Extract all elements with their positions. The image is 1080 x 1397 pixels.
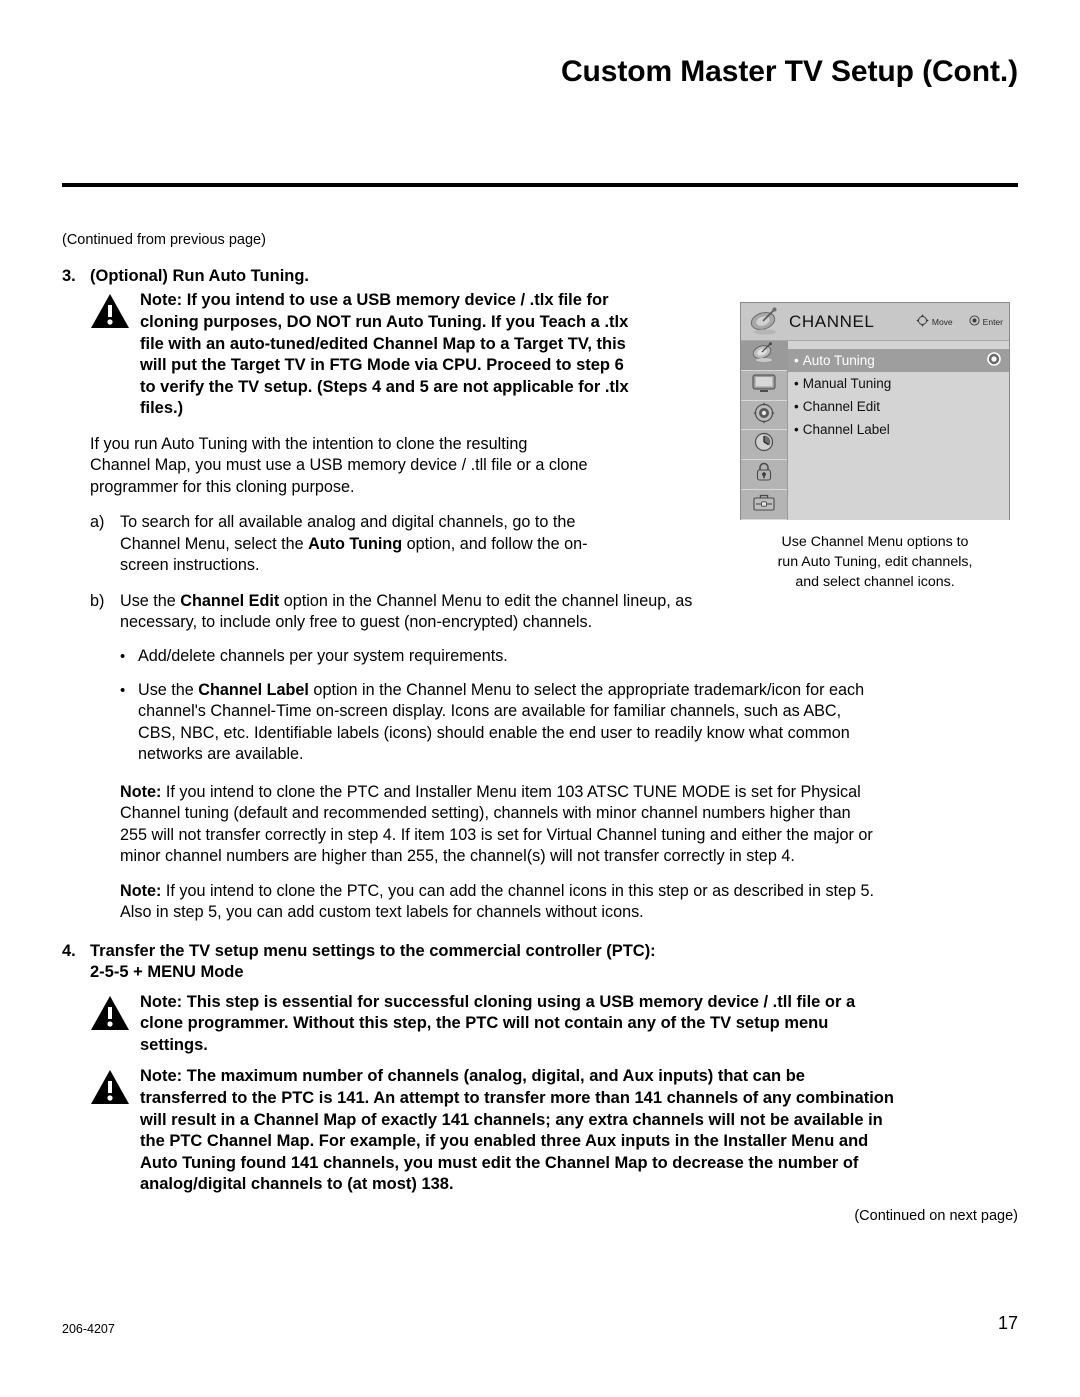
osd-menu-item-channel-label[interactable]: • Channel Label (788, 418, 1009, 441)
note-2-label: Note: (120, 881, 162, 900)
osd-category-rail (741, 341, 788, 520)
step-4-warning-1-text: Note: This step is essential for success… (140, 992, 856, 1054)
osd-hint-enter: Enter (969, 315, 1003, 328)
osd-hint-enter-label: Enter (982, 316, 1003, 327)
osd-rail-item-lock[interactable] (741, 460, 787, 491)
osd-rail-item-audio[interactable] (741, 400, 787, 431)
step-3-note-2: Note: If you intend to clone the PTC, yo… (120, 881, 880, 924)
figure-caption-line1: Use Channel Menu options to (781, 534, 969, 550)
header-divider (62, 183, 1018, 187)
note-2-text: If you intend to clone the PTC, you can … (120, 881, 875, 922)
step-4-warning-block-2: Note: The maximum number of channels (an… (90, 1066, 1018, 1195)
warning-triangle-icon (90, 293, 132, 329)
warning-triangle-icon (90, 995, 132, 1031)
osd-menu-list: • Auto Tuning • Manual Tuning • Channel … (788, 341, 1009, 520)
bullet-1-part1: Add/delete channels per your system requ… (138, 647, 508, 665)
osd-hint-move-label: Move (931, 316, 953, 327)
bullet-dot-icon: • (120, 648, 126, 665)
osd-body: • Auto Tuning • Manual Tuning • Channel … (741, 341, 1009, 520)
step-4-number: 4. (62, 942, 76, 961)
note-1-label: Note: (120, 782, 162, 801)
step-4-title: Transfer the TV setup menu settings to t… (90, 941, 1018, 984)
step-3-note-1: Note: If you intend to clone the PTC and… (120, 782, 880, 868)
lock-padlock-icon (751, 461, 777, 488)
bullet-2-part1: Use the (138, 680, 199, 699)
step-3-number: 3. (62, 267, 76, 285)
step-4-warning-block-1: Note: This step is essential for success… (90, 992, 1018, 1057)
bullet-2-text: Use the Channel Label option in the Chan… (138, 680, 880, 766)
step-3-title: (Optional) Run Auto Tuning. (90, 267, 310, 285)
enter-button-icon (969, 315, 980, 328)
setup-toolbox-icon (751, 491, 777, 518)
satellite-dish-icon (747, 307, 783, 337)
time-clock-icon (751, 431, 777, 458)
step-4-warning-2-text: Note: The maximum number of channels (an… (140, 1067, 894, 1194)
step-3-item-a: a) To search for all available analog an… (90, 512, 635, 577)
page-title: Custom Master TV Setup (Cont.) (560, 55, 1018, 88)
move-dpad-icon (916, 314, 929, 329)
item-b-bold-channel-edit: Channel Edit (180, 591, 280, 610)
osd-menu-item-manual-tuning[interactable]: • Manual Tuning (788, 372, 1009, 395)
step-3-warning-text: Note: If you intend to use a USB memory … (140, 291, 629, 418)
figure-caption: Use Channel Menu options to run Auto Tun… (736, 532, 1014, 592)
page-number: 17 (997, 1313, 1018, 1333)
step-3-paragraph: If you run Auto Tuning with the intentio… (90, 434, 588, 496)
menu-bullet-icon: • (794, 353, 799, 368)
warning-triangle-icon (90, 1069, 132, 1105)
document-number: 206-4207 (62, 1322, 115, 1336)
osd-menu-item-channel-edit[interactable]: • Channel Edit (788, 395, 1009, 418)
osd-menu-item-manual-tuning-label: Manual Tuning (802, 376, 892, 391)
picture-tv-icon (751, 372, 777, 399)
menu-bullet-icon: • (794, 422, 799, 437)
step-3-item-b-text: Use the Channel Edit option in the Chann… (120, 591, 695, 634)
bullet-dot-icon: • (120, 681, 126, 699)
osd-header: CHANNEL Move Enter (741, 303, 1009, 341)
step-3-item-b-marker: b) (90, 591, 105, 610)
bullet-1-text: Add/delete channels per your system requ… (138, 646, 680, 668)
osd-rail-item-channel[interactable] (741, 341, 787, 371)
continued-on-next-page: (Continued on next page) (854, 1208, 1018, 1224)
list-item: • Use the Channel Label option in the Ch… (120, 680, 880, 766)
note-1-text: If you intend to clone the PTC and Insta… (120, 782, 873, 866)
osd-menu-item-channel-edit-label: Channel Edit (802, 399, 881, 414)
list-item: • Add/delete channels per your system re… (120, 646, 680, 668)
osd-menu-item-auto-tuning[interactable]: • Auto Tuning (788, 349, 1009, 372)
step-3-item-a-text: To search for all available analog and d… (120, 512, 635, 577)
osd-menu-item-channel-label-label: Channel Label (802, 422, 890, 437)
figure-caption-line3: and select channel icons. (795, 574, 955, 591)
bullet-2-bold-channel-label: Channel Label (198, 680, 309, 699)
item-a-bold-auto-tuning: Auto Tuning (308, 534, 403, 553)
step-3-item-a-marker: a) (90, 513, 105, 532)
item-b-part1: Use the (120, 591, 181, 610)
osd-rail-item-setup[interactable] (741, 490, 787, 520)
figure-caption-line2: run Auto Tuning, edit channels, (777, 554, 973, 571)
step-3-heading: 3. (Optional) Run Auto Tuning. (62, 266, 1018, 287)
osd-rail-item-picture[interactable] (741, 370, 787, 401)
continued-from-previous-page: (Continued from previous page) (62, 232, 266, 248)
audio-speaker-icon (751, 402, 777, 429)
step-4-title-line2: 2-5-5 + MENU Mode (90, 963, 244, 982)
osd-rail-item-time[interactable] (741, 430, 787, 461)
osd-hint-move: Move (916, 314, 953, 329)
osd-menu-item-auto-tuning-label: Auto Tuning (802, 353, 875, 368)
tv-osd-figure: CHANNEL Move Enter • Auto Tuning • Manua… (740, 302, 1010, 592)
radio-selected-icon (987, 352, 1001, 369)
step-4-title-line1: Transfer the TV setup menu settings to t… (90, 942, 656, 961)
step-3-item-b: b) Use the Channel Edit option in the Ch… (90, 591, 695, 634)
osd-title: CHANNEL (789, 311, 875, 331)
menu-bullet-icon: • (794, 399, 799, 414)
satellite-dish-icon (751, 342, 777, 369)
tv-osd-screenshot: CHANNEL Move Enter • Auto Tuning • Manua… (740, 302, 1010, 520)
step-4-heading: 4. Transfer the TV setup menu settings t… (62, 941, 1018, 984)
menu-bullet-icon: • (794, 376, 799, 391)
